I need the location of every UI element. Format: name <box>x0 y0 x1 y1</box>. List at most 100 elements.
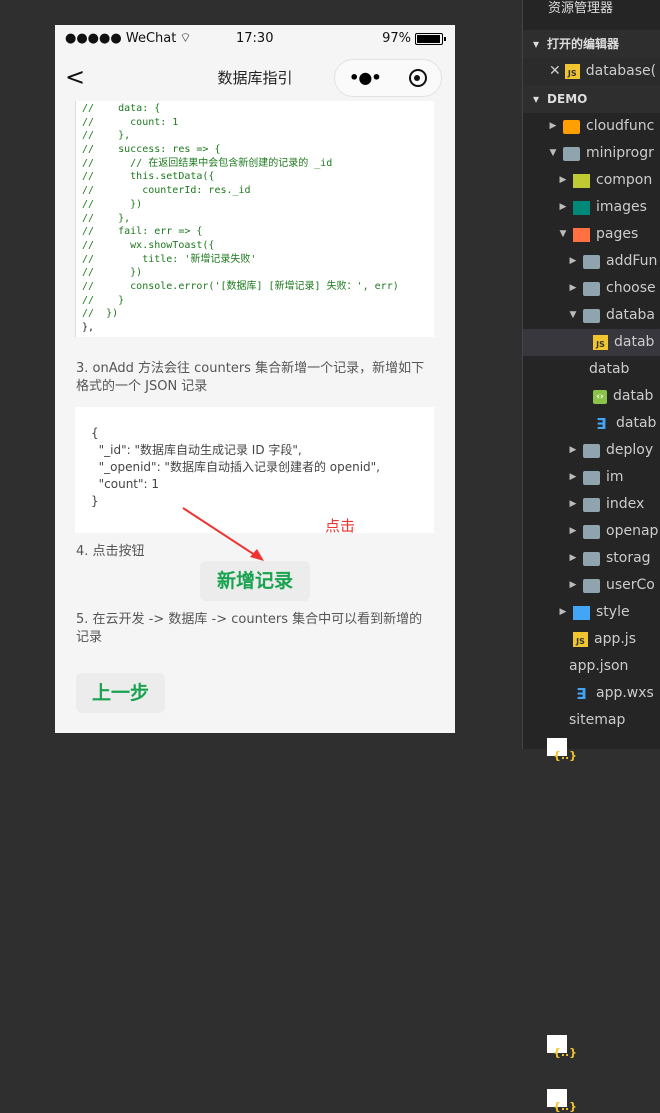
code-line: // // 在返回结果中会包含新创建的记录的 _id <box>82 157 333 169</box>
tree-item-label: images <box>596 199 647 215</box>
chevron-down-icon: ▾ <box>533 92 540 106</box>
add-record-button[interactable]: 新增记录 <box>200 561 310 601</box>
tree-item[interactable]: ▶ im <box>523 464 660 491</box>
folder-icon <box>563 146 580 161</box>
code-line: // }, <box>82 212 131 224</box>
close-miniprogram-icon[interactable] <box>408 69 427 87</box>
css-icon: ∃ <box>596 414 607 433</box>
json-line: "_openid": "数据库自动插入记录创建者的 openid", <box>91 460 380 474</box>
code-line: // } <box>82 294 125 306</box>
chevron-right-icon[interactable]: ▶ <box>567 469 579 486</box>
chevron-right-icon[interactable]: ▶ <box>567 577 579 594</box>
chevron-down-icon: ▾ <box>533 37 540 51</box>
tree-item[interactable]: ▼ miniprogr <box>523 140 660 167</box>
tree-item[interactable]: ▶ cloudfunc <box>523 113 660 140</box>
open-editors-header[interactable]: ▾ 打开的编辑器 <box>523 30 660 58</box>
tree-item[interactable]: ‹› datab <box>523 383 660 410</box>
chevron-right-icon[interactable]: ▶ <box>557 172 569 189</box>
chevron-right-icon[interactable]: ▶ <box>547 118 559 135</box>
tree-item-label: app.js <box>594 631 636 647</box>
tree-item-label: userCo <box>606 577 655 593</box>
step-4-text: 4. 点击按钮 <box>76 544 145 559</box>
previous-step-button[interactable]: 上一步 <box>76 673 165 713</box>
tree-item-label: compon <box>596 172 653 188</box>
navigation-bar: < 数据库指引 •●• <box>55 53 455 101</box>
tree-item-label: openap <box>606 523 659 539</box>
img-icon <box>573 200 590 215</box>
close-icon[interactable]: ✕ <box>549 63 561 80</box>
tree-item-label: style <box>596 604 630 620</box>
clock: 17:30 <box>236 31 274 46</box>
explorer-title: 资源管理器 <box>548 1 614 16</box>
tree-item[interactable]: ▶ userCo <box>523 572 660 599</box>
tree-item-label: sitemap <box>569 712 626 728</box>
folder-icon <box>583 524 600 539</box>
chevron-down-icon[interactable]: ▼ <box>557 226 569 243</box>
folder-icon <box>583 443 600 458</box>
tree-item[interactable]: ▶ images <box>523 194 660 221</box>
tree-item-label: deploy <box>606 442 654 458</box>
tree-item[interactable]: ▶ openap <box>523 518 660 545</box>
tree-item[interactable]: ▼ databa <box>523 302 660 329</box>
more-icon[interactable]: •●• <box>349 69 381 87</box>
tree-item-label: im <box>606 469 624 485</box>
chevron-right-icon[interactable]: ▶ <box>567 523 579 540</box>
tree-item-label: datab <box>613 388 654 404</box>
tree-item[interactable]: ▼ pages <box>523 221 660 248</box>
folder-icon <box>583 308 600 323</box>
tree-item[interactable]: JS app.js <box>523 626 660 653</box>
tree-item-label: app.wxs <box>596 685 654 701</box>
code-line: // wx.showToast({ <box>82 239 215 251</box>
json-line: "_id": "数据库自动生成记录 ID 字段", <box>91 443 302 457</box>
js-icon: JS <box>573 632 588 647</box>
tree-item-label: index <box>606 496 645 512</box>
tree-item-label: miniprogr <box>586 145 654 161</box>
project-header[interactable]: ▾ DEMO <box>523 85 660 113</box>
tree-item[interactable]: ▶ compon <box>523 167 660 194</box>
chevron-down-icon[interactable]: ▼ <box>547 145 559 162</box>
tree-item[interactable]: {..} app.json <box>523 653 660 1058</box>
tree-item[interactable]: ▶ storag <box>523 545 660 572</box>
code-line: // }) <box>82 308 119 320</box>
step-5-text: 5. 在云开发 -> 数据库 -> counters 集合中可以看到新增的记录 <box>76 612 423 645</box>
tree-item[interactable]: ∃ datab <box>523 410 660 437</box>
tree-item[interactable]: ∃ app.wxs <box>523 680 660 707</box>
code-line: // title: '新增记录失败' <box>82 253 257 265</box>
tree-item-label: pages <box>596 226 639 242</box>
comp-icon <box>573 173 590 188</box>
tree-item[interactable]: ▶ deploy <box>523 437 660 464</box>
tree-item[interactable]: JS datab <box>523 329 660 356</box>
chevron-right-icon[interactable]: ▶ <box>567 253 579 270</box>
style-icon <box>573 605 590 620</box>
chevron-right-icon[interactable]: ▶ <box>557 604 569 621</box>
code-line: // success: res => { <box>82 144 221 156</box>
code-block: // data: {// count: 1 // }, // success: re… <box>75 101 434 337</box>
code-line: // fail: err => { <box>82 226 203 238</box>
code-line: // counterId: res._id <box>82 185 251 197</box>
chevron-down-icon[interactable]: ▼ <box>567 307 579 324</box>
tree-item[interactable]: ▶ addFun <box>523 248 660 275</box>
tree-item[interactable]: {..} datab <box>523 356 660 761</box>
tree-item[interactable]: ▶ choose <box>523 275 660 302</box>
tree-item[interactable]: ▶ style <box>523 599 660 626</box>
tree-item[interactable]: {..} sitemap <box>523 707 660 1112</box>
open-editor-item[interactable]: ✕ JS database( <box>523 58 660 85</box>
json-icon: {..} <box>547 738 577 761</box>
code-line: // console.error('[数据库] [新增记录] 失败：', err… <box>82 280 399 292</box>
chevron-right-icon[interactable]: ▶ <box>557 199 569 216</box>
chevron-right-icon[interactable]: ▶ <box>567 280 579 297</box>
tree-item-label: cloudfunc <box>586 118 655 134</box>
tree-item-label: datab <box>614 334 655 350</box>
carrier: ●●●●● WeChat <box>65 31 177 46</box>
tree-item[interactable]: ▶ index <box>523 491 660 518</box>
chevron-right-icon[interactable]: ▶ <box>567 550 579 567</box>
pages-icon <box>573 227 590 242</box>
click-annotation: 点击 <box>325 517 356 535</box>
js-icon: JS <box>593 335 608 350</box>
folder-icon <box>583 281 600 296</box>
folder-icon <box>583 551 600 566</box>
folder-icon <box>583 254 600 269</box>
step-3-text: 3. onAdd 方法会往 counters 集合新增一个记录，新增如下格式的一… <box>76 361 425 394</box>
chevron-right-icon[interactable]: ▶ <box>567 442 579 459</box>
chevron-right-icon[interactable]: ▶ <box>567 496 579 513</box>
